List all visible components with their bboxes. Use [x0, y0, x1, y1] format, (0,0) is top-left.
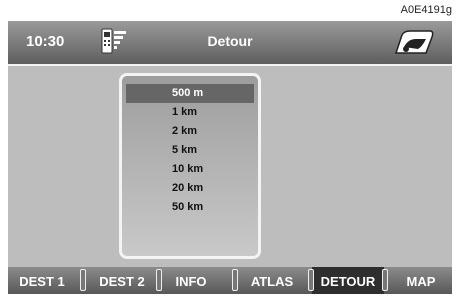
detour-option[interactable]: 500 m	[126, 84, 254, 103]
tab-dest-2[interactable]: DEST 2	[88, 267, 156, 294]
figure-reference-code: A0E4191g	[400, 4, 452, 16]
tab-separator	[232, 269, 238, 291]
detour-option[interactable]: 1 km	[126, 103, 254, 122]
tab-separator	[80, 269, 86, 291]
top-bar: 10:30 Detour	[8, 21, 452, 66]
tab-map[interactable]: MAP	[390, 267, 452, 294]
detour-option[interactable]: 10 km	[126, 160, 254, 179]
tab-separator	[156, 269, 162, 291]
tab-separator	[382, 269, 388, 291]
detour-option[interactable]: 5 km	[126, 141, 254, 160]
detour-option[interactable]: 20 km	[126, 179, 254, 198]
tab-separator	[308, 269, 314, 291]
tab-atlas[interactable]: ATLAS	[236, 267, 308, 294]
detour-option[interactable]: 2 km	[126, 122, 254, 141]
car-icon[interactable]	[392, 29, 436, 57]
detour-option[interactable]: 50 km	[126, 198, 254, 217]
screen-title: Detour	[207, 33, 253, 49]
detour-distance-list[interactable]: 500 m1 km 2 km 5 km 10 km 20 km 50 km	[119, 73, 261, 259]
bottom-tab-bar: DEST 1 DEST 2 INFO ATLAS DETOUR MAP	[8, 267, 452, 294]
tab-dest-1[interactable]: DEST 1	[8, 267, 76, 294]
navigation-screen: 10:30 Detour 500 m1 km 2 km 5 km 10 km 20 km…	[8, 21, 452, 294]
tab-detour[interactable]: DETOUR	[312, 267, 384, 294]
tab-info[interactable]: INFO	[162, 267, 220, 294]
